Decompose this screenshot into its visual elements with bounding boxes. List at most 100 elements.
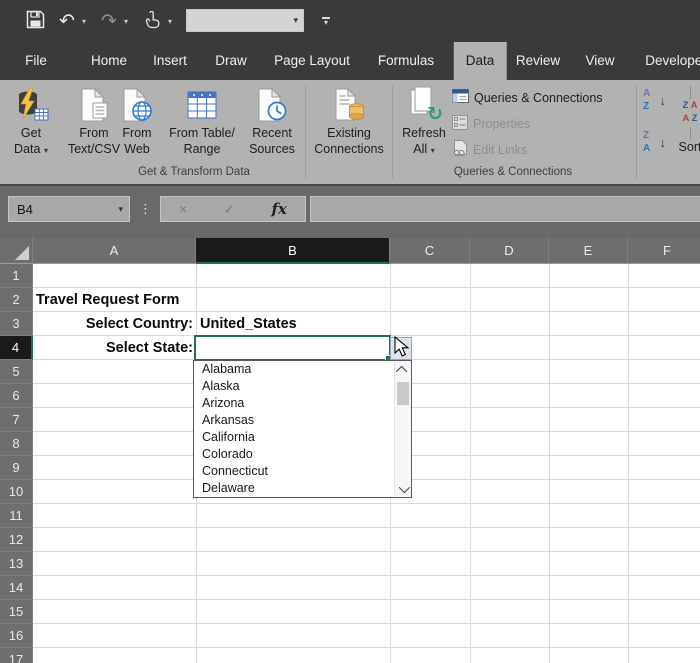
from-web-label-1: From	[122, 126, 152, 140]
redo-button[interactable]: ↷	[98, 0, 120, 42]
tab-formulas[interactable]: Formulas	[366, 42, 446, 80]
refresh-all-icon: ↻	[396, 84, 452, 126]
row-header[interactable]: 17	[0, 648, 33, 663]
formula-input[interactable]	[310, 196, 700, 222]
name-box-resizer[interactable]: ⋮	[139, 196, 152, 222]
formula-buttons: × ✓ fx	[160, 196, 306, 222]
dropdown-item[interactable]: Arkansas	[194, 412, 394, 429]
refresh-all-label-2: All	[413, 141, 428, 156]
edit-links-icon	[452, 140, 468, 160]
cell-a4[interactable]: Select State:	[33, 336, 193, 360]
customize-qat-button[interactable]: ▾	[318, 0, 334, 42]
row-header[interactable]: 2	[0, 288, 33, 312]
row-header[interactable]: 6	[0, 384, 33, 408]
row-header[interactable]: 5	[0, 360, 33, 384]
scroll-down-button[interactable]	[395, 480, 411, 497]
name-box-caret[interactable]: ▾	[118, 204, 129, 215]
row-header[interactable]: 11	[0, 504, 33, 528]
row-header[interactable]: 14	[0, 576, 33, 600]
queries-connections-button[interactable]: Queries & Connections	[452, 86, 603, 110]
sort-asc-icon-z: Z	[643, 101, 650, 112]
row-header[interactable]: 3	[0, 312, 33, 336]
dropdown-item[interactable]: Alabama	[194, 361, 394, 378]
insert-function-icon[interactable]: fx	[271, 200, 286, 218]
row-header[interactable]: 7	[0, 408, 33, 432]
row-header[interactable]: 13	[0, 552, 33, 576]
scroll-up-button[interactable]	[395, 361, 411, 378]
row-header[interactable]: 1	[0, 264, 33, 288]
qat-combobox[interactable]: ▾	[186, 9, 304, 32]
edit-links-button[interactable]: Edit Links	[452, 138, 527, 162]
dropdown-item[interactable]: Connecticut	[194, 463, 394, 480]
row-header[interactable]: 10	[0, 480, 33, 504]
ribbon-data-tab-content: Get Data ▾ From Text/CSV From Web From T…	[0, 80, 700, 186]
dropdown-item[interactable]: Colorado	[194, 446, 394, 463]
cancel-icon[interactable]: ×	[179, 201, 187, 217]
tab-page-layout[interactable]: Page Layout	[262, 42, 362, 80]
tab-file[interactable]: File	[13, 42, 59, 80]
column-header-f[interactable]: F	[628, 238, 700, 264]
row-header[interactable]: 12	[0, 528, 33, 552]
row-header[interactable]: 4	[0, 336, 33, 360]
scrollbar-thumb[interactable]	[397, 382, 409, 405]
recent-sources-label-1: Recent	[252, 126, 292, 140]
get-data-label-1: Get	[20, 126, 42, 140]
enter-icon[interactable]: ✓	[224, 201, 236, 218]
queries-connections-icon	[452, 89, 469, 107]
sort-descending-button[interactable]: Z A ↓	[640, 130, 666, 155]
group-label-queries-connections: Queries & Connections	[453, 166, 573, 178]
column-header-e[interactable]: E	[549, 238, 628, 264]
cell-a2[interactable]: Travel Request Form	[36, 288, 179, 312]
undo-dropdown-caret[interactable]: ▾	[82, 0, 86, 42]
sort-ascending-button[interactable]: A Z ↓	[640, 88, 666, 113]
formula-bar-row: B4 ▾ ⋮ × ✓ fx	[0, 186, 700, 238]
qat-combobox-caret[interactable]: ▾	[293, 15, 303, 26]
queries-connections-label: Queries & Connections	[474, 91, 603, 105]
dropdown-item[interactable]: California	[194, 429, 394, 446]
ribbon-divider	[636, 86, 637, 178]
existing-connections-icon	[310, 84, 388, 126]
save-button[interactable]	[22, 0, 48, 42]
sort-desc-icon: Z	[643, 130, 650, 141]
tab-data[interactable]: Data	[453, 42, 507, 80]
column-header-d[interactable]: D	[470, 238, 549, 264]
tab-view[interactable]: View	[573, 42, 626, 80]
redo-icon: ↷	[101, 10, 117, 32]
touch-mode-button[interactable]	[140, 0, 164, 42]
column-header-a[interactable]: A	[33, 238, 196, 264]
row-header[interactable]: 15	[0, 600, 33, 624]
row-header[interactable]: 16	[0, 624, 33, 648]
cell-a3[interactable]: Select Country:	[33, 312, 193, 336]
dropdown-scrollbar[interactable]	[394, 361, 411, 497]
sort-icon: Z A A Z	[664, 86, 700, 140]
sort-button[interactable]: Z A A Z Sort	[664, 84, 700, 182]
selected-cell-b4[interactable]	[194, 335, 393, 363]
undo-button[interactable]: ↶	[56, 0, 78, 42]
redo-dropdown-caret[interactable]: ▾	[124, 0, 128, 42]
cell-b3[interactable]: United_States	[200, 312, 297, 336]
tab-review[interactable]: Review	[504, 42, 572, 80]
tab-insert[interactable]: Insert	[141, 42, 199, 80]
title-bar: ↶ ▾ ↷ ▾ ▾ ▾ ▾	[0, 0, 700, 42]
column-header-c[interactable]: C	[390, 238, 470, 264]
from-web-label-2: Web	[124, 141, 150, 156]
properties-button[interactable]: Properties	[452, 112, 530, 136]
table-range-icon	[164, 84, 240, 126]
dropdown-item[interactable]: Delaware	[194, 480, 394, 497]
dropdown-item[interactable]: Arizona	[194, 395, 394, 412]
tab-draw[interactable]: Draw	[203, 42, 259, 80]
mouse-cursor	[394, 336, 410, 357]
select-all-button[interactable]	[0, 238, 33, 264]
tab-developer[interactable]: Developer	[633, 42, 700, 80]
touch-mode-caret[interactable]: ▾	[168, 0, 172, 42]
row-header[interactable]: 9	[0, 456, 33, 480]
row-header[interactable]: 8	[0, 432, 33, 456]
chevron-down-icon	[398, 481, 411, 493]
column-header-b[interactable]: B	[196, 238, 390, 264]
tab-home[interactable]: Home	[79, 42, 139, 80]
recent-sources-icon	[242, 84, 302, 126]
name-box[interactable]: B4 ▾	[8, 196, 130, 222]
refresh-icon: ↻	[427, 104, 443, 125]
properties-label: Properties	[473, 117, 530, 131]
dropdown-item[interactable]: Alaska	[194, 378, 394, 395]
